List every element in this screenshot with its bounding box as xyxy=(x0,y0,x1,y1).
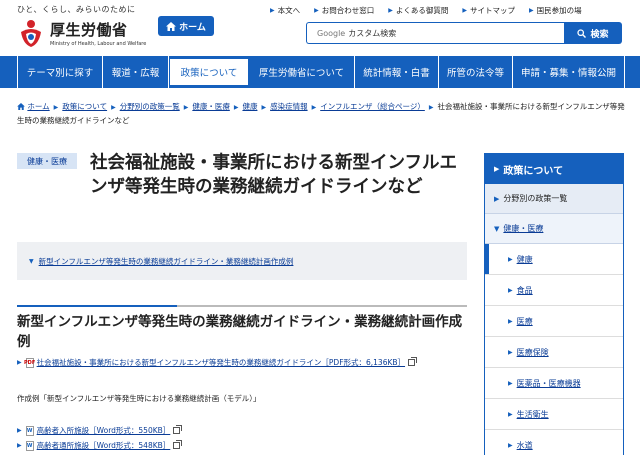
pdf-icon: PDF xyxy=(24,357,36,368)
search-button[interactable]: 検索 xyxy=(564,22,622,44)
word-icon: W xyxy=(25,425,34,436)
chevron-right-icon: ▶ xyxy=(428,104,434,111)
breadcrumb-policy-list[interactable]: 分野別の政策一覧 xyxy=(120,102,180,111)
word-icon: W xyxy=(25,440,34,451)
chevron-right-icon: ▶ xyxy=(53,104,59,111)
sidebar-item-hygiene[interactable]: ▶ 生活衛生 xyxy=(485,399,623,430)
file-link-pdf: ▶ PDF 社会福祉施設・事業所における新型インフルエンザ等発生時の業務継続ガイ… xyxy=(17,357,418,368)
page-title: 社会福祉施設・事業所における新型インフルエンザ等発生時の業務継続ガイドラインなど xyxy=(90,153,457,197)
chevron-right-icon: ▶ xyxy=(261,104,267,111)
ministry-logo-icon[interactable] xyxy=(17,18,45,48)
sidebar-item-health[interactable]: ▶ 健康 xyxy=(485,244,623,275)
nav-item-press[interactable]: 報道・広報 xyxy=(103,56,169,88)
chevron-right-icon: ▶ xyxy=(494,194,500,203)
breadcrumb-infectious[interactable]: 感染症情報 xyxy=(270,102,308,111)
chevron-right-icon: ▶ xyxy=(388,7,393,14)
sidebar: ▶ 政策について ▶ 分野別の政策一覧 ▼ 健康・医療 ▶ 健康 ▶ 食品 ▶ 医療 … xyxy=(484,153,624,455)
home-icon xyxy=(17,103,25,110)
category-badge: 健康・医療 xyxy=(17,153,77,169)
sidebar-category[interactable]: ▼ 健康・医療 xyxy=(485,214,623,244)
chevron-right-icon: ▶ xyxy=(311,104,317,111)
nav-item-policy[interactable]: 政策について xyxy=(169,58,249,86)
chevron-right-icon: ▶ xyxy=(462,7,467,14)
chevron-right-icon: ▶ xyxy=(183,104,189,111)
breadcrumb: ホーム ▶ 政策について ▶ 分野別の政策一覧 ▶ 健康・医療 ▶ 健康 ▶ 感染症情報 ▶ インフルエ… xyxy=(17,100,627,127)
table-of-contents: ▼ 新型インフルエンザ等発生時の業務継続ガイドライン・業務継続計画作成例 xyxy=(17,242,467,280)
global-nav: テーマ別に探す 報道・広報 政策について 厚生労働省について 統計情報・白書 所… xyxy=(0,56,640,88)
search-placeholder: カスタム検索 xyxy=(348,28,397,38)
file-link-word-1: ▶ W 高齢者入所施設［Word形式：550KB］ xyxy=(17,425,183,436)
home-icon xyxy=(166,21,177,31)
nav-item-applications[interactable]: 申請・募集・情報公開 xyxy=(513,56,625,88)
chevron-right-icon: ▶ xyxy=(314,7,319,14)
chevron-right-icon: ▶ xyxy=(17,427,22,434)
breadcrumb-home[interactable]: ホーム xyxy=(27,102,49,111)
sidebar-subheading[interactable]: ▶ 分野別の政策一覧 xyxy=(485,184,623,214)
sidebar-item-insurance[interactable]: ▶ 医療保険 xyxy=(485,337,623,368)
chevron-right-icon: ▶ xyxy=(494,165,500,173)
chevron-right-icon: ▶ xyxy=(508,255,513,263)
site-tagline: ひと、くらし、みらいのために xyxy=(17,5,136,14)
utility-links: ▶ 本文へ ▶ お問合わせ窓口 ▶ よくある御質問 ▶ サイトマップ ▶ 国民参加の場 xyxy=(270,5,596,16)
sidebar-item-water[interactable]: ▶ 水道 xyxy=(485,430,623,455)
chevron-right-icon: ▶ xyxy=(233,104,239,111)
breadcrumb-policy[interactable]: 政策について xyxy=(62,102,107,111)
util-link-contact[interactable]: ▶ お問合わせ窓口 xyxy=(314,5,374,16)
chevron-right-icon: ▶ xyxy=(508,317,513,325)
nav-item-themes[interactable]: テーマ別に探す xyxy=(17,56,103,88)
search-input[interactable]: Google カスタム検索 xyxy=(306,22,564,44)
site-title[interactable]: 厚生労働省 xyxy=(50,19,128,40)
chevron-down-icon: ▼ xyxy=(29,257,34,265)
nav-item-laws[interactable]: 所管の法令等 xyxy=(439,56,513,88)
site-title-english: Ministry of Health, Labour and Welfare xyxy=(50,41,147,47)
breadcrumb-influenza[interactable]: インフルエンザ（総合ページ） xyxy=(320,102,425,111)
chevron-right-icon: ▶ xyxy=(270,7,275,14)
chevron-right-icon: ▶ xyxy=(17,442,22,449)
nav-item-about[interactable]: 厚生労働省について xyxy=(249,56,355,88)
chevron-right-icon: ▶ xyxy=(508,348,513,356)
section-title: 新型インフルエンザ等発生時の業務継続ガイドライン・業務継続計画作成例 xyxy=(17,305,467,352)
nav-item-statistics[interactable]: 統計情報・白書 xyxy=(355,56,439,88)
util-link-participation[interactable]: ▶ 国民参加の場 xyxy=(529,5,582,16)
pdf-guideline-link[interactable]: 社会福祉施設・事業所における新型インフルエンザ等発生時の業務継続ガイドライン［P… xyxy=(37,357,405,368)
sidebar-item-pharma[interactable]: ▶ 医薬品・医療機器 xyxy=(485,368,623,399)
chevron-right-icon: ▶ xyxy=(508,379,513,387)
chevron-right-icon: ▶ xyxy=(508,410,513,418)
chevron-right-icon: ▶ xyxy=(17,359,22,366)
word-link-elderly-daycare[interactable]: 高齢者通所施設［Word形式：548KB］ xyxy=(37,440,171,451)
file-link-word-2: ▶ W 高齢者通所施設［Word形式：548KB］ xyxy=(17,440,183,451)
breadcrumb-health-medical[interactable]: 健康・医療 xyxy=(192,102,230,111)
word-link-elderly-residential[interactable]: 高齢者入所施設［Word形式：550KB］ xyxy=(37,425,171,436)
home-button[interactable]: ホーム xyxy=(158,16,214,36)
external-link-icon xyxy=(173,425,183,434)
search-engine-label: Google xyxy=(317,28,346,38)
site-header: ひと、くらし、みらいのために 厚生労働省 Ministry of Health,… xyxy=(0,0,640,55)
external-link-icon xyxy=(173,440,183,449)
util-link-main-content[interactable]: ▶ 本文へ xyxy=(270,5,300,16)
chevron-right-icon: ▶ xyxy=(111,104,116,111)
breadcrumb-health[interactable]: 健康 xyxy=(242,102,257,111)
util-link-faq[interactable]: ▶ よくある御質問 xyxy=(388,5,448,16)
search-button-label: 検索 xyxy=(590,29,609,40)
home-button-label: ホーム xyxy=(179,22,206,33)
util-link-sitemap[interactable]: ▶ サイトマップ xyxy=(462,5,515,16)
toc-link-guideline[interactable]: 新型インフルエンザ等発生時の業務継続ガイドライン・業務継続計画作成例 xyxy=(39,256,294,267)
sidebar-item-medical[interactable]: ▶ 医療 xyxy=(485,306,623,337)
chevron-down-icon: ▼ xyxy=(494,224,500,233)
example-heading: 作成例「新型インフルエンザ等発生時における業務継続計画（モデル）」 xyxy=(17,394,261,403)
sidebar-list: ▶ 健康 ▶ 食品 ▶ 医療 ▶ 医療保険 ▶ 医薬品・医療機器 ▶ 生活衛生 ▶ 水道 xyxy=(485,244,623,455)
chevron-right-icon: ▶ xyxy=(508,441,513,449)
sidebar-heading[interactable]: ▶ 政策について xyxy=(485,154,623,184)
chevron-right-icon: ▶ xyxy=(508,286,513,294)
external-link-icon xyxy=(408,357,418,366)
chevron-right-icon: ▶ xyxy=(529,7,534,14)
search-icon xyxy=(577,28,587,38)
sidebar-item-food[interactable]: ▶ 食品 xyxy=(485,275,623,306)
